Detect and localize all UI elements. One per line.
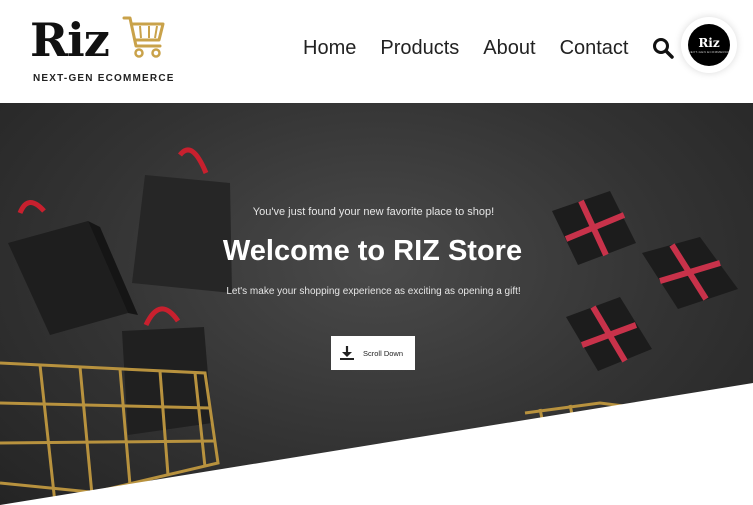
hero-banner: You've just found your new favorite plac… <box>0 103 753 505</box>
hero-pretitle: You've just found your new favorite plac… <box>252 206 495 218</box>
profile-avatar-button[interactable]: Riz NEXT-GEN ECOMMERCE <box>681 17 737 73</box>
cart-icon <box>122 16 165 58</box>
main-nav: Home Products About Contact <box>303 36 629 60</box>
scroll-down-button[interactable]: Scroll Down <box>331 336 415 370</box>
brand-logo[interactable]: Riz NEXT-GEN ECOMMERCE <box>30 12 173 87</box>
site-header: Riz NEXT-GEN ECOMMERCE Home Products Abo… <box>0 0 753 103</box>
nav-home[interactable]: Home <box>303 36 356 60</box>
hero-bottom-diagonal <box>0 383 753 505</box>
avatar-logo-tagline: NEXT-GEN ECOMMERCE <box>688 49 730 54</box>
avatar-logo-text: Riz <box>698 35 720 50</box>
scroll-down-label: Scroll Down <box>363 348 404 358</box>
logo-wordmark: Riz <box>30 13 110 67</box>
nav-products[interactable]: Products <box>380 36 459 60</box>
logo-tagline: NEXT-GEN ECOMMERCE <box>33 73 175 84</box>
download-icon <box>340 346 354 360</box>
search-icon[interactable] <box>652 37 674 59</box>
hero-subtitle: Let's make your shopping experience as e… <box>226 286 521 297</box>
nav-contact[interactable]: Contact <box>560 36 629 60</box>
avatar: Riz NEXT-GEN ECOMMERCE <box>688 24 730 66</box>
hero-title: Welcome to RIZ Store <box>222 235 523 267</box>
nav-about[interactable]: About <box>483 36 535 60</box>
